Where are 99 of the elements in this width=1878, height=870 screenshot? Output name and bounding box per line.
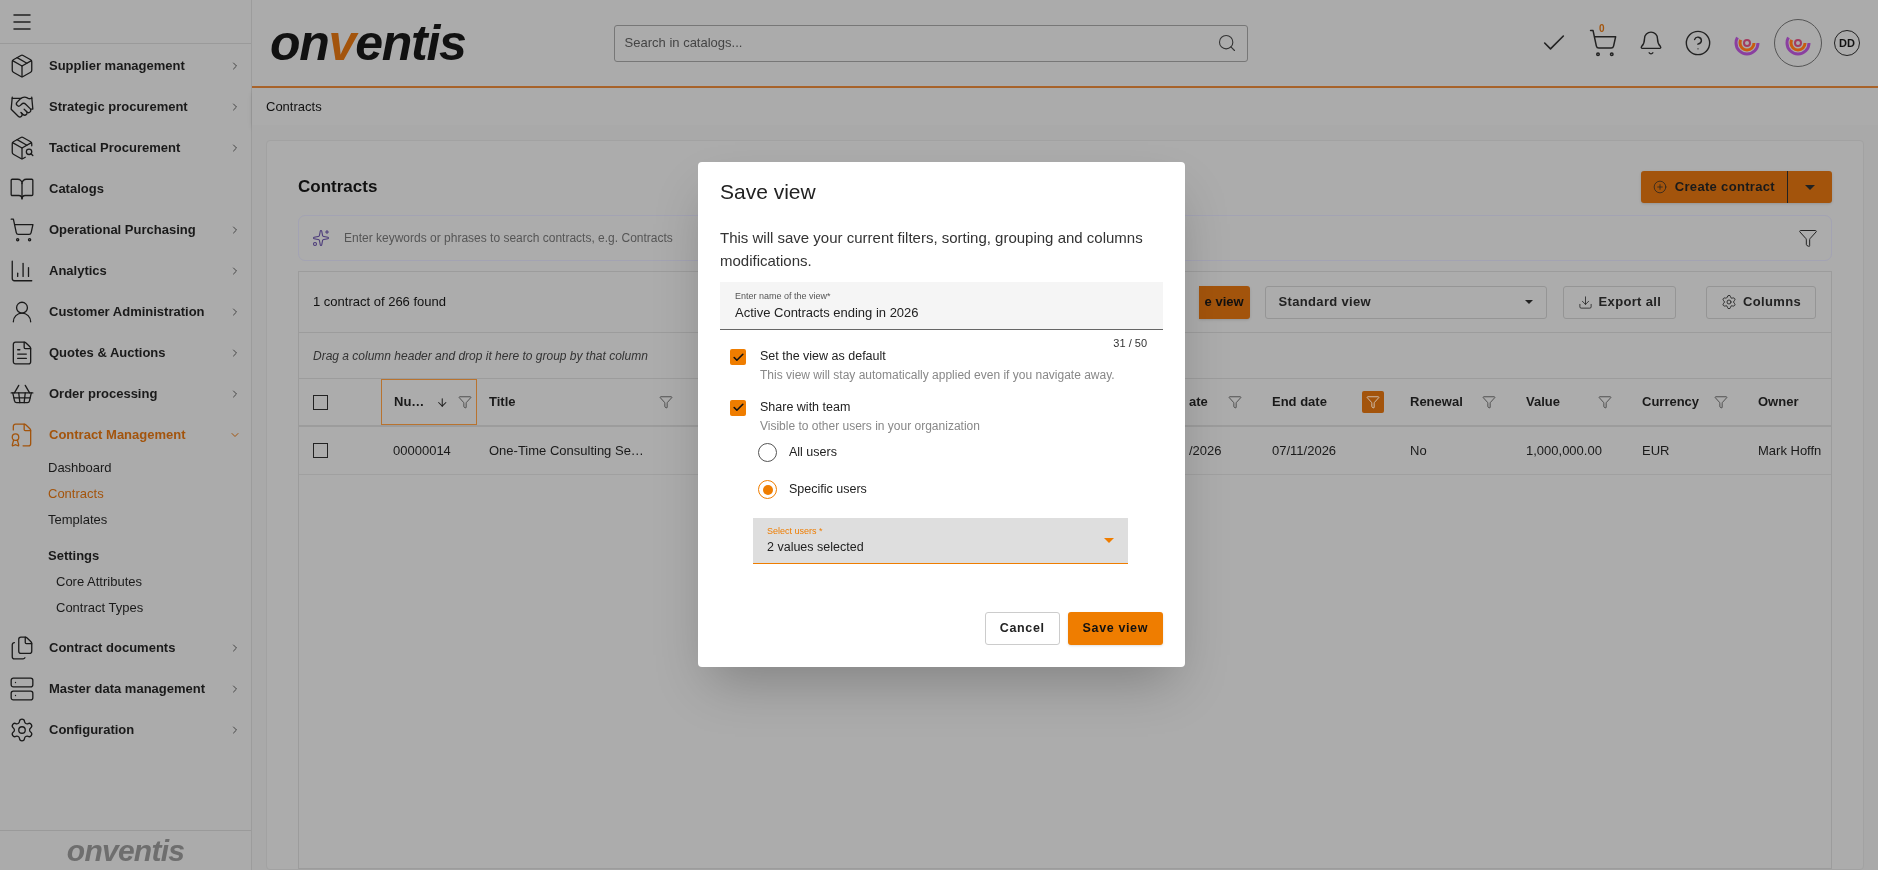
filter-icon xyxy=(458,395,473,409)
table-cell: 00000014 xyxy=(393,442,451,458)
checkbox[interactable] xyxy=(730,349,746,365)
sidebar-item[interactable]: Supplier management xyxy=(0,45,251,86)
settings-icon xyxy=(1721,294,1738,310)
catalog-search-field[interactable]: Search in catalogs... xyxy=(613,24,1248,62)
row-checkbox[interactable] xyxy=(313,443,328,458)
column-label: End date xyxy=(1272,393,1327,412)
group-hint: Drag a column header and drop it here to group by that column xyxy=(313,347,648,365)
sidebar-subitem[interactable]: Templates xyxy=(0,507,251,533)
cart-icon xyxy=(9,216,35,243)
column-label: Title xyxy=(489,393,516,412)
column-label: ate xyxy=(1189,393,1208,412)
option-hint: Visible to other users in your organization xyxy=(760,417,981,435)
filter-icon xyxy=(1482,395,1496,409)
caret-icon xyxy=(1805,184,1815,190)
field-label: Enter name of the view* xyxy=(735,289,832,303)
field-value: 2 values selected xyxy=(767,539,865,556)
sidebar-item[interactable]: Configuration xyxy=(0,709,251,750)
sidebar-section-heading: Settings xyxy=(47,546,101,565)
column-label: Currency xyxy=(1642,393,1700,412)
filter-icon xyxy=(1714,395,1728,409)
breadcrumb: Contracts xyxy=(266,97,322,116)
package-search-icon xyxy=(9,134,35,161)
sidebar-item[interactable]: Analytics xyxy=(0,250,251,291)
sidebar-item[interactable]: Operational Purchasing xyxy=(0,209,251,250)
cart-count: 0 xyxy=(1599,22,1605,36)
column-header[interactable]: Title xyxy=(477,379,691,425)
caret-icon xyxy=(1104,538,1114,544)
save-view-button[interactable]: Save view xyxy=(1067,611,1163,645)
files-icon xyxy=(9,634,35,661)
option-hint: This view will stay automatically applied even if you navigate away. xyxy=(760,366,1116,384)
character-counter: 31 / 50 xyxy=(1113,335,1147,351)
columns-button[interactable]: Columns xyxy=(1706,285,1816,319)
column-header[interactable]: ate xyxy=(1188,379,1260,425)
filter-icon xyxy=(1598,395,1612,409)
bell-icon[interactable] xyxy=(1638,30,1664,56)
caret-icon xyxy=(1524,300,1533,304)
plus-icon xyxy=(1652,180,1667,194)
sidebar-item[interactable]: Quotes & Auctions xyxy=(0,332,251,373)
box-icon xyxy=(9,52,35,79)
column-label: Nu… xyxy=(394,393,425,412)
onventis-logo: onventis xyxy=(66,835,185,866)
column-header[interactable]: Currency xyxy=(1630,379,1746,425)
filter-icon xyxy=(1228,395,1242,409)
help-icon[interactable] xyxy=(1684,29,1712,57)
radio-option[interactable]: Specific users xyxy=(758,479,1163,500)
option-label: Share with team xyxy=(760,398,852,416)
sidebar-item[interactable]: Customer Administration xyxy=(0,291,251,332)
table-cell: EUR xyxy=(1642,442,1670,458)
field-value: Active Contracts ending in 2026 xyxy=(735,304,920,322)
filter-button[interactable] xyxy=(1362,391,1384,413)
sidebar-item[interactable]: Master data management xyxy=(0,668,251,709)
server-icon xyxy=(9,675,35,702)
table-cell: 07/11/2026 xyxy=(1272,442,1337,458)
column-header[interactable]: Renewal xyxy=(1398,379,1514,425)
checkbox[interactable] xyxy=(730,399,746,416)
view-select[interactable]: Standard view xyxy=(1264,285,1547,319)
column-label: Value xyxy=(1526,393,1560,412)
dialog-title: Save view xyxy=(720,179,817,205)
filter-icon xyxy=(659,395,673,409)
filter-icon xyxy=(1366,395,1380,409)
field-label: Select users * xyxy=(767,524,824,538)
table-cell: No xyxy=(1410,442,1427,458)
column-header[interactable]: End date xyxy=(1260,379,1398,425)
onventis-logo: onventis xyxy=(270,18,466,68)
table-cell: One-Time Consulting Se… xyxy=(489,442,644,458)
view-name-field[interactable]: Enter name of the view* Active Contracts ending in 2026 xyxy=(720,281,1163,330)
page-title: Contracts xyxy=(298,176,378,199)
sidebar-item[interactable]: Contract documents xyxy=(0,627,251,668)
column-label: Owner xyxy=(1758,393,1799,412)
sidebar-item[interactable]: Strategic procurement xyxy=(0,86,251,127)
column-label: Renewal xyxy=(1410,393,1463,412)
table-cell: Mark Hoffn xyxy=(1758,442,1822,458)
select-all-checkbox[interactable] xyxy=(313,394,328,410)
select-users-field[interactable]: Select users * 2 values selected xyxy=(753,517,1128,564)
sidebar-subitem[interactable]: Dashboard xyxy=(0,455,251,481)
settings-icon xyxy=(9,716,35,743)
column-header[interactable]: Nu… xyxy=(381,379,477,425)
sidebar-item[interactable]: Order processing xyxy=(0,373,251,414)
result-count: 1 contract of 266 found xyxy=(313,293,446,312)
download-icon xyxy=(1577,294,1593,310)
sidebar-subitem[interactable]: Core Attributes xyxy=(0,569,251,595)
radio-option[interactable]: All users xyxy=(758,442,1163,463)
table-cell: 1,000,000.00 xyxy=(1526,442,1602,458)
sidebar-item[interactable]: Catalogs xyxy=(0,168,251,209)
column-header[interactable]: Owner xyxy=(1746,379,1831,425)
column-header[interactable]: Value xyxy=(1514,379,1630,425)
filter-icon[interactable] xyxy=(1798,228,1818,248)
search-icon xyxy=(1216,33,1237,53)
cancel-button[interactable]: Cancel xyxy=(984,611,1060,645)
dialog-description: This will save your current filters, sorting, grouping and columns modifications. xyxy=(720,227,1144,271)
table-cell: /2026 xyxy=(1189,442,1222,458)
export-all-button[interactable]: Export all xyxy=(1562,285,1677,319)
handshake-icon xyxy=(9,93,35,120)
sidebar-subitem[interactable]: Contract Types xyxy=(0,595,251,621)
ai-search-icon xyxy=(312,229,330,247)
option-label: Set the view as default xyxy=(760,348,887,365)
sidebar-item[interactable]: Tactical Procurement xyxy=(0,127,251,168)
